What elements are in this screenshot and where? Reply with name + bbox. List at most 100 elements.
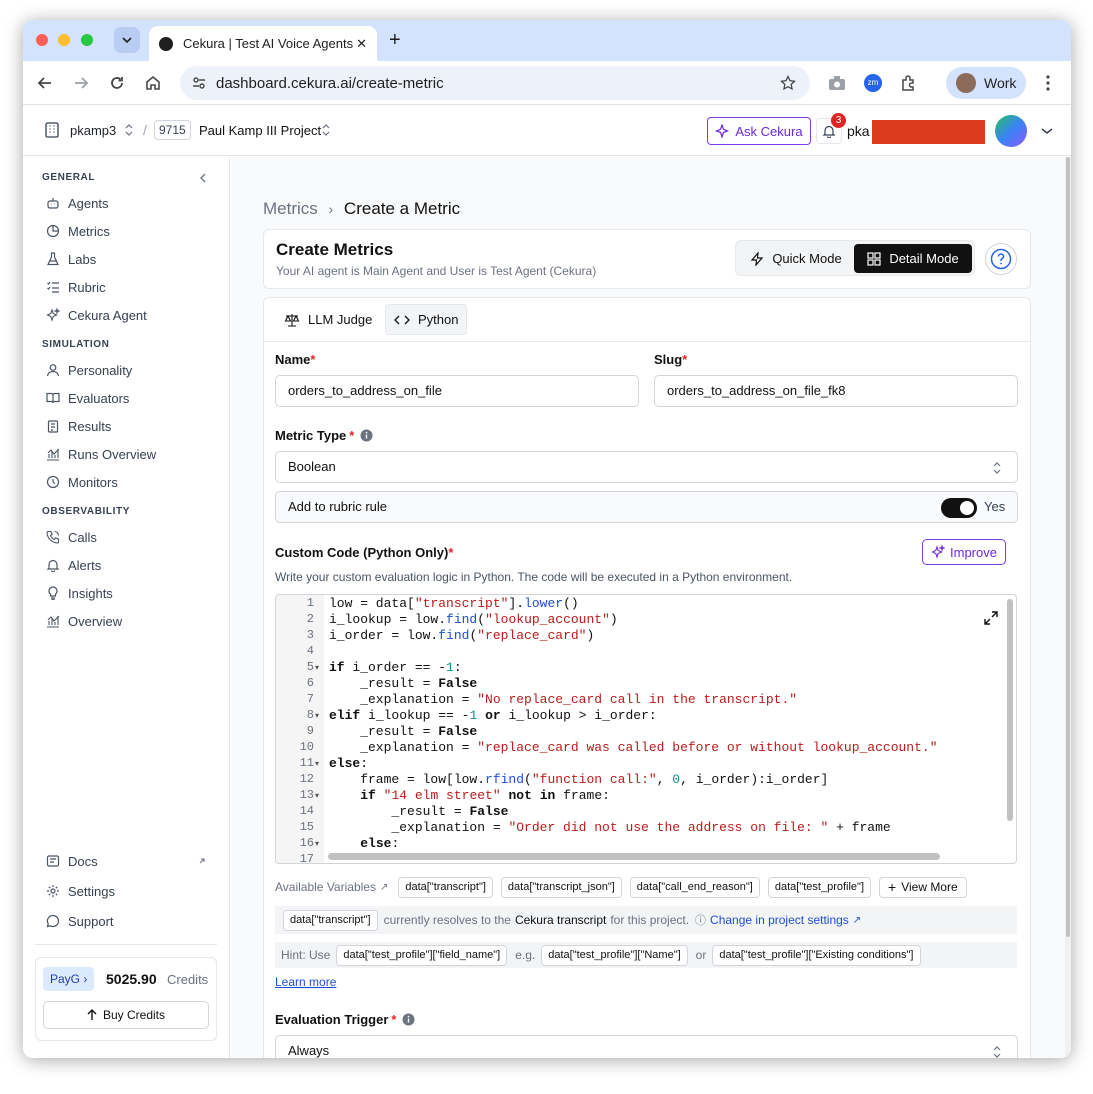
sidebar-item-rubric[interactable]: Rubric <box>46 276 106 298</box>
browser-tab[interactable]: Cekura | Test AI Voice Agents ✕ <box>149 26 377 61</box>
horizontal-scrollbar[interactable] <box>328 853 940 860</box>
close-tab-icon[interactable]: ✕ <box>356 36 367 52</box>
lightning-icon <box>751 251 764 266</box>
sidebar-item-metrics[interactable]: Metrics <box>46 220 110 242</box>
fold-toggle-icon[interactable]: ▾ <box>315 839 319 848</box>
code-line[interactable]: _result = False <box>329 676 477 691</box>
code-line[interactable]: else: <box>329 756 368 771</box>
browser-menu-icon[interactable] <box>1037 72 1059 94</box>
project-selector[interactable]: Paul Kamp III Project <box>199 123 321 138</box>
sidebar-item-calls[interactable]: Calls <box>46 526 97 548</box>
ask-cekura-button[interactable]: Ask Cekura <box>707 117 811 145</box>
variable-chip[interactable]: data["call_end_reason"] <box>629 876 760 898</box>
detail-mode-button[interactable]: Detail Mode <box>854 244 972 273</box>
fold-toggle-icon[interactable]: ▾ <box>315 663 319 672</box>
external-link-icon[interactable]: ↗ <box>380 882 388 893</box>
vertical-scrollbar[interactable] <box>1007 599 1013 821</box>
address-bar[interactable]: dashboard.cekura.ai/create-metric <box>180 66 810 100</box>
sidebar-item-label: Support <box>68 913 114 929</box>
tab-llm-judge[interactable]: LLM Judge <box>276 304 380 335</box>
sidebar-item-monitors[interactable]: Monitors <box>46 471 118 493</box>
quick-mode-button[interactable]: Quick Mode <box>740 244 852 273</box>
sidebar-item-insights[interactable]: Insights <box>46 582 113 604</box>
change-settings-link[interactable]: Change in project settings <box>710 913 849 927</box>
code-line[interactable]: low = data["transcript"].lower() <box>329 596 579 611</box>
page-scrollbar[interactable] <box>1065 157 1071 1058</box>
sidebar-item-settings[interactable]: Settings <box>46 880 115 902</box>
sidebar-item-label: Settings <box>68 883 115 899</box>
bookmark-star-icon[interactable] <box>780 75 796 91</box>
code-line[interactable]: _result = False <box>329 804 508 819</box>
code-line[interactable]: i_order = low.find("replace_card") <box>329 628 594 643</box>
code-line[interactable]: _result = False <box>329 724 477 739</box>
zoom-extension-icon[interactable]: zm <box>862 72 884 94</box>
rubric-rule-toggle[interactable] <box>941 498 977 518</box>
extensions-icon[interactable] <box>898 72 920 94</box>
sidebar-item-support[interactable]: Support <box>46 910 114 932</box>
sidebar-item-results[interactable]: Results <box>46 415 111 437</box>
code-line[interactable]: i_lookup = low.find("lookup_account") <box>329 612 618 627</box>
help-button[interactable] <box>985 243 1017 275</box>
zoom-window-button[interactable] <box>81 34 93 46</box>
code-line[interactable]: _explanation = "replace_card was called … <box>329 740 937 755</box>
code-editor[interactable]: 1 low = data["transcript"].lower() 2 i_look… <box>275 594 1017 864</box>
sidebar-item-runs-overview[interactable]: Runs Overview <box>46 443 156 465</box>
info-icon[interactable] <box>402 1013 415 1026</box>
view-more-button[interactable]: + View More <box>879 876 967 898</box>
evaluation-trigger-select[interactable]: Always <box>275 1035 1018 1058</box>
fold-toggle-icon[interactable]: ▾ <box>315 759 319 768</box>
fold-toggle-icon[interactable]: ▾ <box>315 711 319 720</box>
chevron-updown-icon[interactable] <box>125 124 133 136</box>
improve-button[interactable]: Improve <box>922 539 1006 565</box>
sidebar-item-agents[interactable]: Agents <box>46 192 108 214</box>
code-line[interactable]: if i_order == -1: <box>329 660 462 675</box>
breadcrumb: Metrics › Create a Metric <box>263 199 460 219</box>
expand-icon[interactable] <box>984 611 998 625</box>
metric-type-select[interactable]: Boolean <box>275 451 1018 483</box>
minimize-window-button[interactable] <box>58 34 70 46</box>
forward-icon[interactable] <box>70 72 92 94</box>
code-line[interactable]: else: <box>329 836 399 851</box>
close-window-button[interactable] <box>36 34 48 46</box>
plan-badge[interactable]: PayG › <box>43 967 95 991</box>
variable-chip[interactable]: data["test_profile"] <box>767 876 871 898</box>
camera-icon[interactable] <box>826 72 848 94</box>
new-tab-button[interactable]: + <box>389 29 401 51</box>
org-selector[interactable]: pkamp3 <box>70 123 116 138</box>
sidebar-item-evaluators[interactable]: Evaluators <box>46 387 129 409</box>
sparkle-icon <box>931 545 946 559</box>
page-scroll-thumb[interactable] <box>1066 157 1070 937</box>
code-line[interactable]: elif i_lookup == -1 or i_lookup > i_orde… <box>329 708 657 723</box>
sidebar-item-overview[interactable]: Overview <box>46 610 122 632</box>
code-line[interactable]: frame = low[low.rfind("function call:", … <box>329 772 828 787</box>
profile-button[interactable]: Work <box>946 67 1026 99</box>
variable-chip[interactable]: data["transcript_json"] <box>500 876 622 898</box>
site-info-icon[interactable] <box>192 76 206 90</box>
info-icon[interactable] <box>360 429 373 442</box>
slug-input[interactable]: orders_to_address_on_file_fk8 <box>654 375 1018 407</box>
sidebar-item-docs[interactable]: Docs <box>46 850 206 872</box>
code-line[interactable]: if "14 elm street" not in frame: <box>329 788 610 803</box>
sidebar-item-labs[interactable]: Labs <box>46 248 96 270</box>
divider <box>35 944 217 945</box>
back-icon[interactable] <box>34 72 56 94</box>
tab-python[interactable]: Python <box>385 304 468 335</box>
user-avatar[interactable] <box>995 115 1027 147</box>
sidebar-item-personality[interactable]: Personality <box>46 359 132 381</box>
collapse-sidebar-icon[interactable] <box>199 173 207 183</box>
tab-search-button[interactable] <box>114 27 140 53</box>
chevron-down-icon[interactable] <box>1041 126 1053 136</box>
sidebar-item-cekura-agent[interactable]: Cekura Agent <box>46 304 147 326</box>
breadcrumb-parent[interactable]: Metrics <box>263 199 318 218</box>
chevron-updown-icon[interactable] <box>322 124 330 136</box>
learn-more-link[interactable]: Learn more <box>275 975 336 989</box>
code-line[interactable]: _explanation = "No replace_card call in … <box>329 692 797 707</box>
fold-toggle-icon[interactable]: ▾ <box>315 791 319 800</box>
variable-chip[interactable]: data["transcript"] <box>398 876 493 898</box>
reload-icon[interactable] <box>106 72 128 94</box>
sidebar-item-alerts[interactable]: Alerts <box>46 554 101 576</box>
code-line[interactable]: _explanation = "Order did not use the ad… <box>329 820 890 835</box>
name-input[interactable]: orders_to_address_on_file <box>275 375 639 407</box>
buy-credits-button[interactable]: Buy Credits <box>43 1001 209 1029</box>
home-icon[interactable] <box>142 72 164 94</box>
